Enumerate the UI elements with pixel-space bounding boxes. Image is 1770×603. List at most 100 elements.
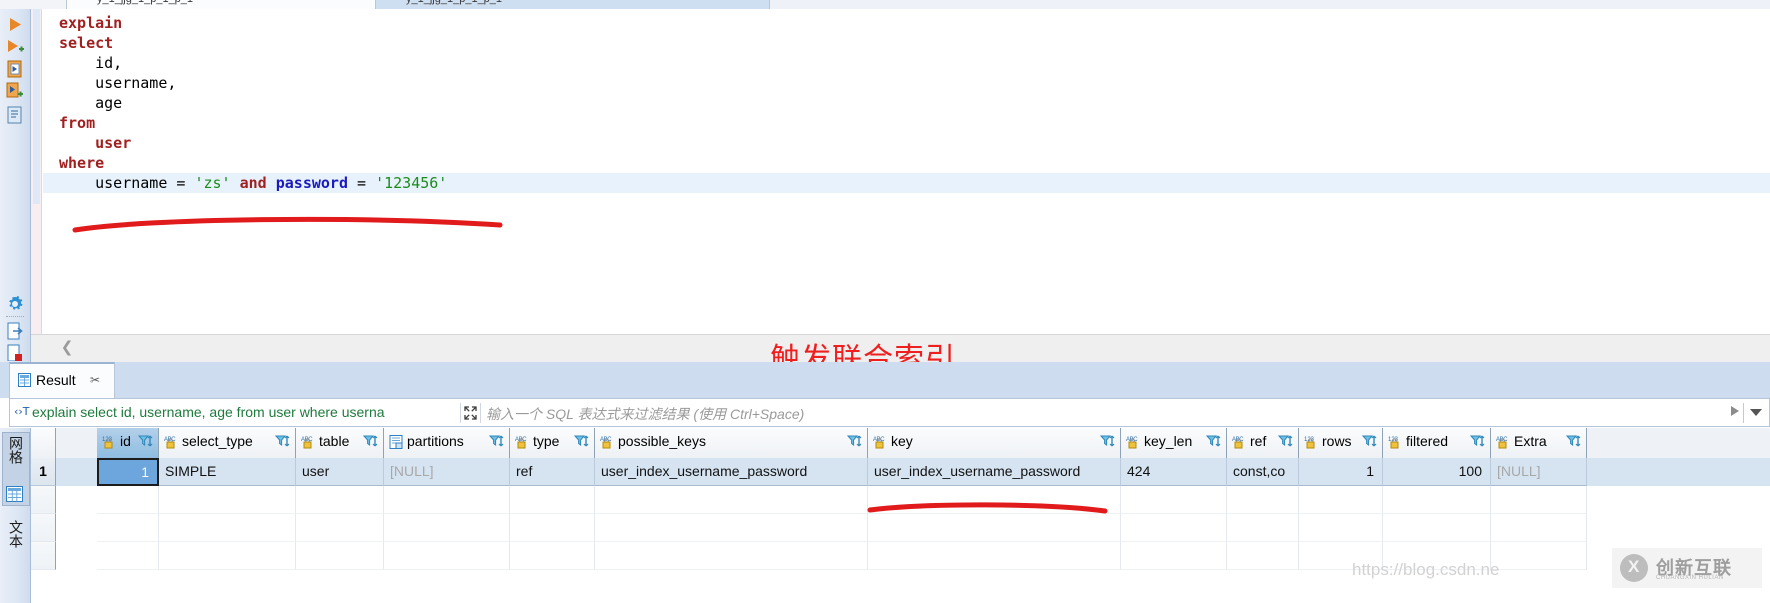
grid-column-header-partitions[interactable]: partitions xyxy=(384,428,510,458)
grid-column-header-rows[interactable]: 123 rows xyxy=(1299,428,1383,458)
result-filter-bar[interactable]: ‹›T explain select id, username, age fro… xyxy=(9,398,1770,427)
grid-empty-cell xyxy=(1227,486,1299,514)
column-filter-sort-icon[interactable] xyxy=(1277,434,1294,453)
grid-cell-rows[interactable]: 1 xyxy=(1299,458,1383,486)
sql-line: explain xyxy=(59,14,123,32)
column-type-icon: ABC xyxy=(1126,435,1141,452)
column-type-icon: ABC xyxy=(873,435,888,452)
filter-query-text[interactable]: explain select id, username, age from us… xyxy=(32,404,452,423)
scroll-left-arrow[interactable]: ❮ xyxy=(59,340,75,356)
grid-column-header-possible_keys[interactable]: ABC possible_keys xyxy=(595,428,868,458)
grid-empty-cell xyxy=(595,542,868,570)
column-type-icon: ABC xyxy=(600,435,615,452)
column-filter-sort-icon[interactable] xyxy=(573,434,590,453)
row-number[interactable]: 1 xyxy=(31,458,56,486)
view-tab-text-label[interactable]: 文本 xyxy=(6,520,26,548)
grid-cell-key[interactable]: user_index_username_password xyxy=(868,458,1121,486)
grid-cell-table[interactable]: user xyxy=(296,458,384,486)
grid-empty-cell xyxy=(510,542,595,570)
play-icon[interactable] xyxy=(1731,406,1739,416)
grid-empty-row xyxy=(31,542,1770,570)
editor-tab-3-active[interactable]: y_1_jjg_1_p_1_p_1 xyxy=(376,0,770,9)
gear-icon[interactable] xyxy=(4,293,26,315)
grid-column-header-type[interactable]: ABC type xyxy=(510,428,595,458)
grid-column-header-label: Extra xyxy=(1514,433,1547,449)
column-filter-sort-icon[interactable] xyxy=(846,434,863,453)
grid-column-header-label: select_type xyxy=(182,433,253,449)
explain-plan-icon[interactable] xyxy=(4,104,26,126)
grid-cell-possible_keys[interactable]: user_index_username_password xyxy=(595,458,868,486)
grid-cell-filtered[interactable]: 100 xyxy=(1383,458,1491,486)
grid-column-header-label: key xyxy=(891,433,913,449)
grid-empty-cell xyxy=(1227,542,1299,570)
grid-cell-Extra[interactable]: [NULL] xyxy=(1491,458,1587,486)
explain-result-grid[interactable]: 123 id ABC select_type ABC table partitions ABC… xyxy=(31,428,1770,603)
table-row[interactable]: 1 1 SIMPLE user [NULL] ref user_index_username… xyxy=(31,458,1770,486)
column-type-icon: ABC xyxy=(164,435,179,452)
sql-editor-area[interactable]: explain select id, username, age from user… xyxy=(31,9,1770,334)
grid-column-header-key[interactable]: ABC key xyxy=(868,428,1121,458)
grid-empty-cell xyxy=(595,514,868,542)
grid-empty-cell xyxy=(384,514,510,542)
grid-empty-row xyxy=(31,486,1770,514)
column-filter-sort-icon[interactable] xyxy=(1469,434,1486,453)
editor-tab-1[interactable] xyxy=(0,0,67,9)
tab-result-label: Result xyxy=(36,372,76,388)
execute-statement-icon[interactable] xyxy=(4,14,26,36)
export-data-icon[interactable] xyxy=(4,320,26,342)
execute-into-new-tab-icon[interactable] xyxy=(4,58,26,80)
grid-empty-cell xyxy=(595,486,868,514)
column-filter-sort-icon[interactable] xyxy=(137,434,154,453)
grid-column-header-label: table xyxy=(319,433,350,449)
column-type-icon: 123 xyxy=(1304,435,1319,452)
column-filter-sort-icon[interactable] xyxy=(1205,434,1222,453)
grid-column-header-ref[interactable]: ABC ref xyxy=(1227,428,1299,458)
grid-column-header-select_type[interactable]: ABC select_type xyxy=(159,428,296,458)
execute-script-icon[interactable] xyxy=(4,36,26,58)
grid-empty-cell xyxy=(1491,514,1587,542)
editor-tab-2[interactable]: y_1_jjg_1_p_1_p_1 xyxy=(67,0,376,9)
sql-code-text[interactable]: explain select id, username, age from user… xyxy=(43,9,1770,338)
grid-empty-cell xyxy=(1121,542,1227,570)
grid-empty-row-number xyxy=(31,486,56,514)
grid-column-header-filtered[interactable]: 123 filtered xyxy=(1383,428,1491,458)
expand-arrows-icon[interactable] xyxy=(460,403,481,423)
grid-column-header-table[interactable]: ABC table xyxy=(296,428,384,458)
grid-cell-key_len[interactable]: 424 xyxy=(1121,458,1227,486)
grid-empty-cell xyxy=(1227,514,1299,542)
grid-corner-cell[interactable] xyxy=(31,428,56,458)
column-filter-sort-icon[interactable] xyxy=(488,434,505,453)
tab-result[interactable]: Result ✂ xyxy=(9,362,115,400)
grid-empty-row xyxy=(31,514,1770,542)
sql-line: username = 'zs' and password = '123456' xyxy=(43,173,1770,193)
editor-change-gutter xyxy=(31,9,42,334)
grid-column-header-label: ref xyxy=(1250,433,1267,449)
sql-line: where xyxy=(59,154,105,172)
sql-editor-left-toolbar xyxy=(0,9,31,362)
close-icon[interactable]: ✂ xyxy=(90,373,100,387)
grid-cell-select_type[interactable]: SIMPLE xyxy=(159,458,296,486)
execute-script-new-tab-icon[interactable] xyxy=(4,80,26,102)
grid-empty-cell xyxy=(296,486,384,514)
grid-empty-row-number xyxy=(31,514,56,542)
grid-table-icon xyxy=(18,373,31,390)
grid-empty-cell xyxy=(1491,486,1587,514)
grid-empty-cell xyxy=(159,486,296,514)
column-filter-sort-icon[interactable] xyxy=(362,434,379,453)
chevron-down-icon[interactable] xyxy=(1750,409,1762,416)
grid-cell-type[interactable]: ref xyxy=(510,458,595,486)
grid-empty-cell xyxy=(1299,486,1383,514)
column-filter-sort-icon[interactable] xyxy=(274,434,291,453)
grid-column-header-key_len[interactable]: ABC key_len xyxy=(1121,428,1227,458)
watermark-logo-subtitle: CHUANGXIN HULIAN xyxy=(1656,575,1724,581)
column-filter-sort-icon[interactable] xyxy=(1361,434,1378,453)
grid-column-header-label: possible_keys xyxy=(618,433,706,449)
column-filter-sort-icon[interactable] xyxy=(1099,434,1116,453)
grid-column-header-Extra[interactable]: ABC Extra xyxy=(1491,428,1587,458)
grid-cell-ref[interactable]: const,co xyxy=(1227,458,1299,486)
grid-cell-partitions[interactable]: [NULL] xyxy=(384,458,510,486)
column-filter-sort-icon[interactable] xyxy=(1565,434,1582,453)
grid-column-header-id[interactable]: 123 id xyxy=(97,428,159,458)
grid-cell-id[interactable]: 1 xyxy=(97,458,159,486)
grid-empty-cell xyxy=(868,486,1121,514)
